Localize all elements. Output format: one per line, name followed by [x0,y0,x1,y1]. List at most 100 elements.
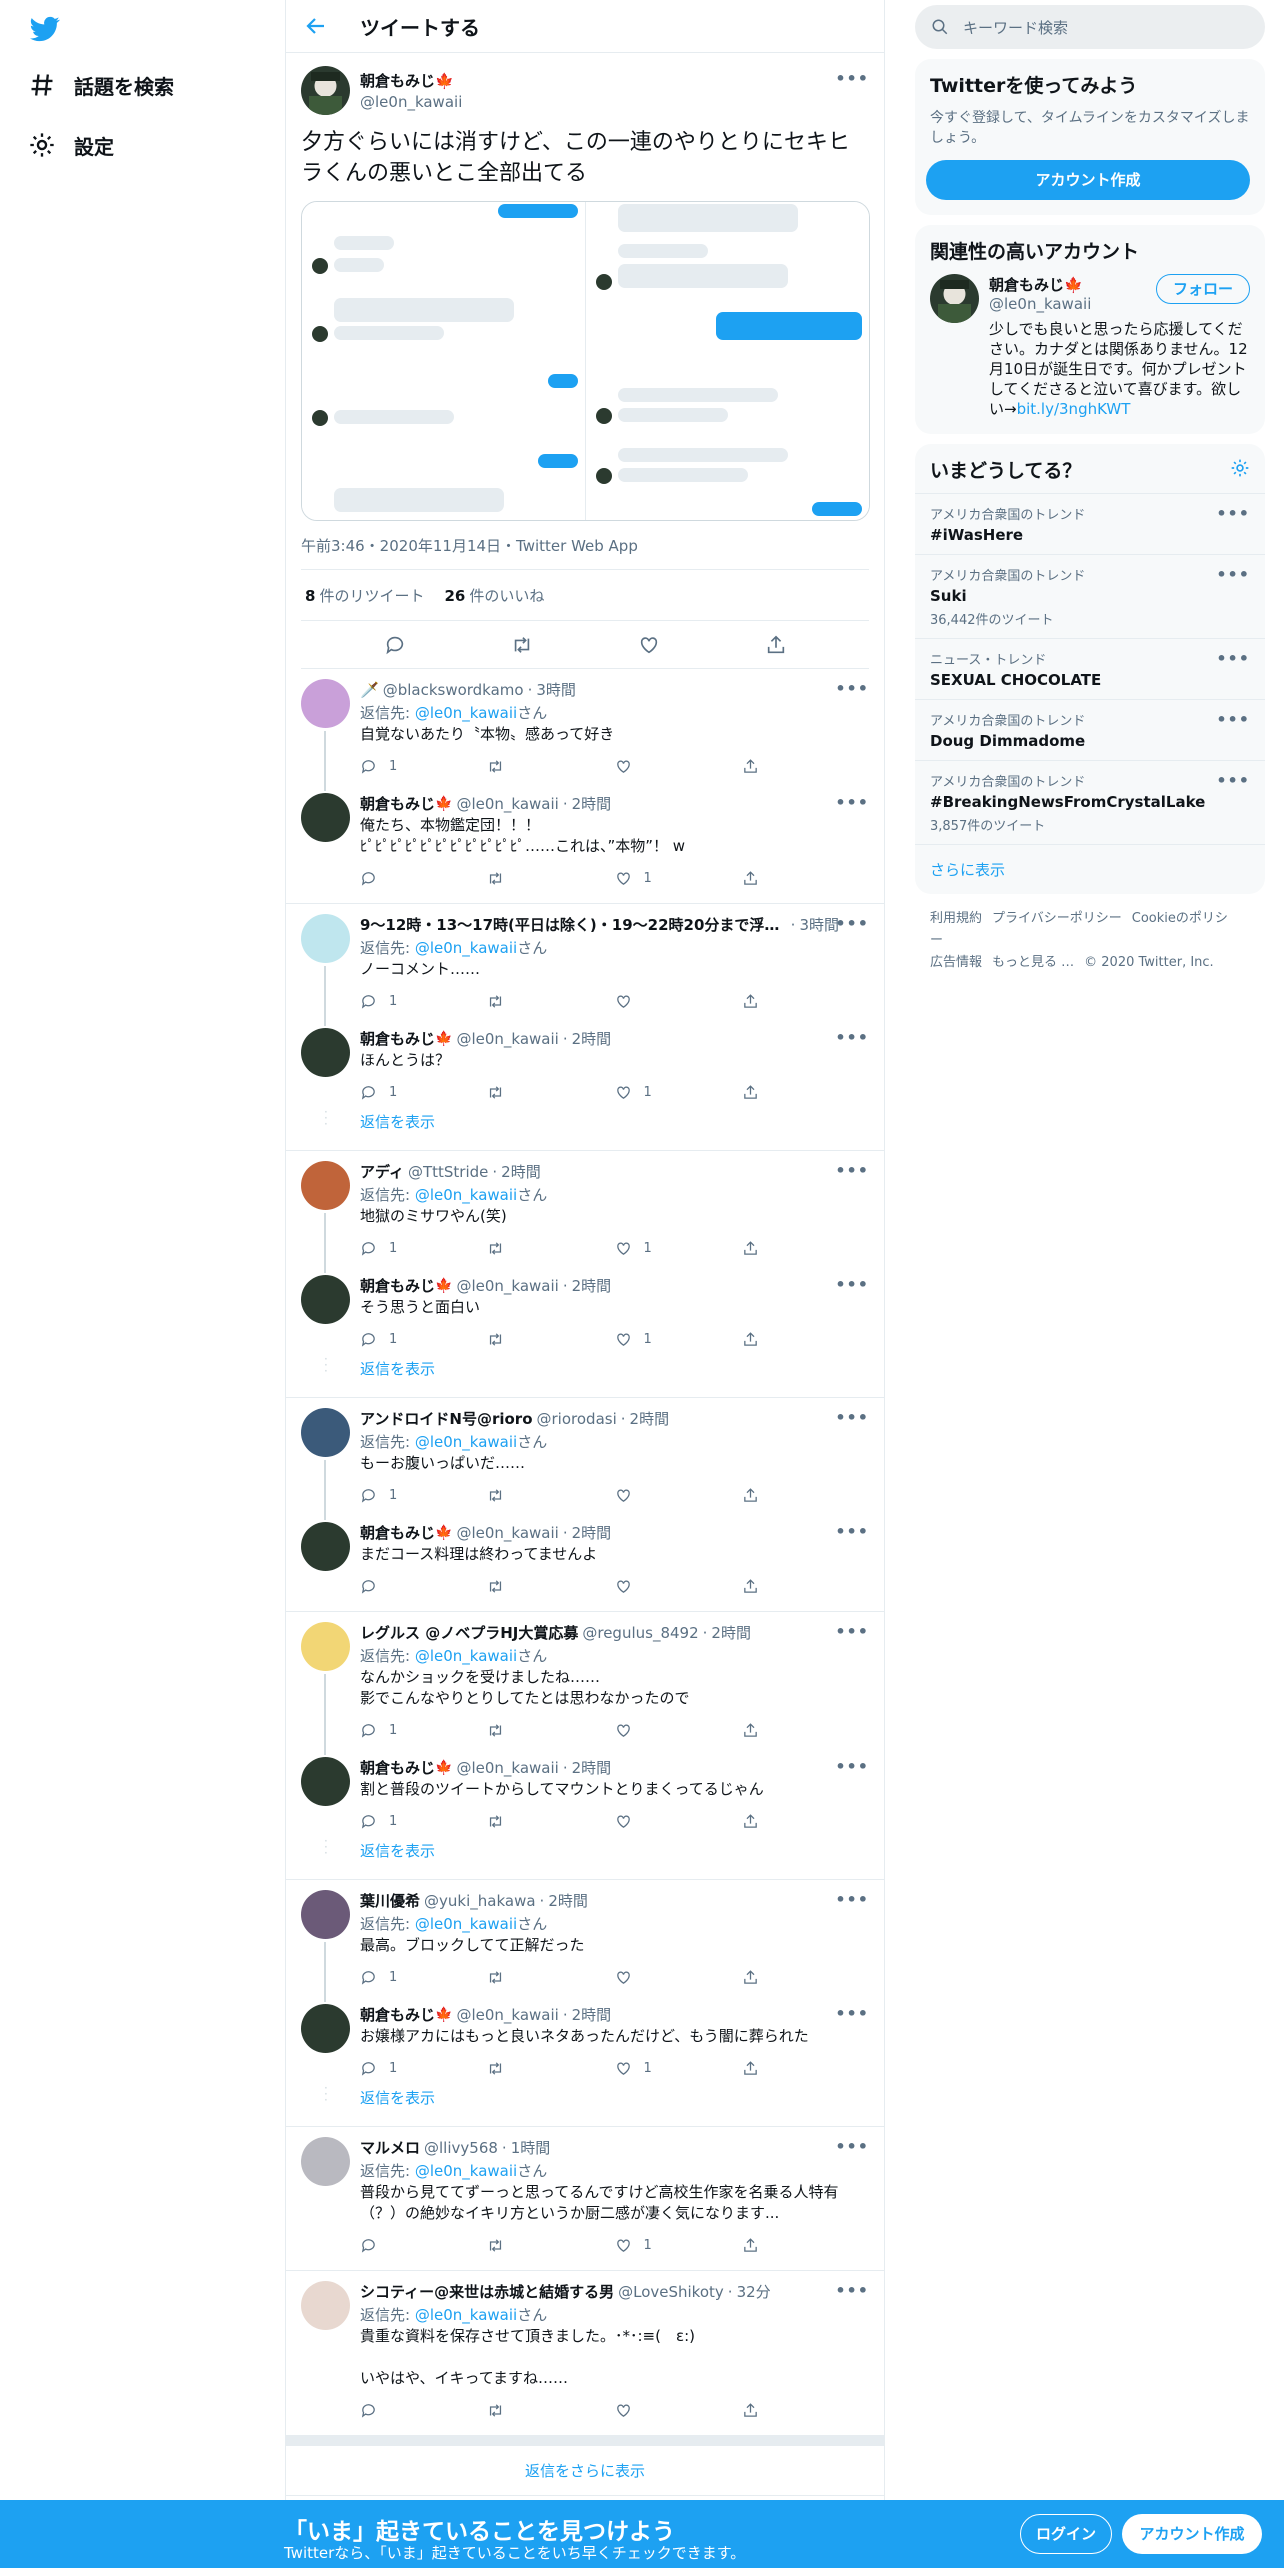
retweet-button[interactable] [487,1578,614,1595]
reply-button[interactable]: 1 [360,1969,487,1986]
show-replies-link[interactable]: · · · 返信を表示 [286,1353,884,1397]
avatar[interactable] [301,1622,350,1671]
reply-author-name[interactable]: アディ [360,1161,404,1182]
reply-tweet[interactable]: 朝倉もみじ 🍁 @le0n_kawaii · 2時間 ••• 俺たち、本物鑑定団！！！ ﾋﾟ… [286,783,884,895]
reply-author-handle[interactable]: @le0n_kawaii [456,795,558,813]
share-button[interactable] [742,1240,869,1257]
more-icon[interactable]: ••• [1216,649,1250,668]
more-icon[interactable]: ••• [1216,710,1250,729]
reply-author-name[interactable]: 朝倉もみじ [360,2004,435,2025]
reply-button[interactable]: 1 [360,2060,487,2077]
reply-time[interactable]: 2時間 [572,1275,612,1296]
footer-link[interactable]: 広告情報 [930,955,982,970]
avatar[interactable] [301,679,350,728]
more-icon[interactable]: ••• [835,793,869,812]
reply-time[interactable]: 2時間 [572,1028,612,1049]
like-button[interactable] [615,758,742,775]
more-icon[interactable]: ••• [1216,771,1250,790]
reply-time[interactable]: 2時間 [548,1890,588,1911]
more-icon[interactable]: ••• [835,2004,869,2023]
retweet-button[interactable] [487,2237,614,2254]
avatar[interactable] [301,793,350,842]
reply-author-name[interactable]: 朝倉もみじ [360,1028,435,1049]
avatar[interactable] [301,1275,350,1324]
reply-author-handle[interactable]: @le0n_kawaii [456,1277,558,1295]
twitter-logo-icon[interactable] [28,14,62,44]
reply-button[interactable] [360,1578,487,1595]
reply-time[interactable]: 3時間 [536,679,576,700]
retweet-button[interactable] [487,1722,614,1739]
more-icon[interactable]: ••• [835,1890,869,1909]
tweet-media[interactable] [301,201,870,521]
reply-author-name[interactable]: 朝倉もみじ [360,1522,435,1543]
reply-author-name[interactable]: 葉川優希 [360,1890,420,1911]
like-button[interactable] [615,1722,742,1739]
retweet-button[interactable] [487,1969,614,1986]
retweet-button[interactable] [487,1813,614,1830]
reply-tweet[interactable]: マルメロ @llivy568 · 1時間 ••• 返信先: @le0n_kawaiiさん普… [286,2127,884,2262]
search-box[interactable]: キーワード検索 [915,5,1265,49]
retweet-button[interactable] [487,2402,614,2419]
share-button[interactable] [742,1578,869,1595]
avatar[interactable] [301,1890,350,1939]
more-icon[interactable]: ••• [835,1522,869,1541]
like-button[interactable]: 1 [615,1331,742,1348]
show-replies-link[interactable]: · · · 返信を表示 [286,1835,884,1879]
reply-tweet[interactable]: 9～12時・13～17時(平日は除く)・19～22時20分まで浮上し… · 3時間 •… [286,904,884,1026]
retweet-button[interactable] [487,870,614,887]
avatar[interactable] [301,2004,350,2053]
footer-link[interactable]: © 2020 Twitter, Inc. [1084,955,1214,970]
avatar[interactable] [301,914,350,963]
create-account-button[interactable]: アカウント作成 [926,160,1250,200]
like-button[interactable]: 1 [615,1240,742,1257]
avatar[interactable] [301,2137,350,2186]
reply-time[interactable]: 3時間 [799,914,839,935]
reply-button[interactable]: 1 [360,758,487,775]
avatar[interactable] [301,1522,350,1571]
like-icon[interactable] [638,634,660,656]
share-button[interactable] [742,1084,869,1101]
reply-author-handle[interactable]: @le0n_kawaii [456,1759,558,1777]
trends-settings-icon[interactable] [1230,458,1250,478]
trend-item[interactable]: アメリカ合衆国のトレンド #BreakingNewsFromCrystalLake… [915,760,1265,844]
reply-button[interactable]: 1 [360,1487,487,1504]
reply-button[interactable]: 1 [360,1722,487,1739]
reply-button[interactable]: 1 [360,1240,487,1257]
reply-tweet[interactable]: 朝倉もみじ 🍁 @le0n_kawaii · 2時間 ••• 割と普段のツイートからしてマウ… [286,1747,884,1838]
avatar[interactable] [301,2281,350,2330]
author-name[interactable]: 朝倉もみじ🍁 [360,70,462,91]
share-button[interactable] [742,758,869,775]
reply-button[interactable]: 1 [360,1331,487,1348]
reply-author-handle[interactable]: @le0n_kawaii [456,1030,558,1048]
reply-author-name[interactable]: 9～12時・13～17時(平日は除く)・19～22時20分まで浮上し… [360,914,787,935]
more-icon[interactable]: ••• [835,679,869,698]
like-button[interactable] [615,1969,742,1986]
trend-item[interactable]: アメリカ合衆国のトレンド Suki 36,442件のツイート ••• [915,554,1265,638]
replying-to-handle[interactable]: @le0n_kawaii [415,2306,517,2324]
trend-item[interactable]: ニュース・トレンド SEXUAL CHOCOLATE ••• [915,638,1265,699]
share-button[interactable] [742,1331,869,1348]
replying-to-handle[interactable]: @le0n_kawaii [415,1433,517,1451]
more-icon[interactable]: ••• [835,1622,869,1641]
reply-author-handle[interactable]: @TttStride [408,1163,488,1181]
reply-time[interactable]: 2時間 [572,1757,612,1778]
reply-tweet[interactable]: アディ @TttStride · 2時間 ••• 返信先: @le0n_kawaiiさん地… [286,1151,884,1273]
reply-author-handle[interactable]: @le0n_kawaii [456,1524,558,1542]
reply-time[interactable]: 2時間 [572,1522,612,1543]
like-button[interactable]: 1 [615,2060,742,2077]
reply-tweet[interactable]: 朝倉もみじ 🍁 @le0n_kawaii · 2時間 ••• まだコース料理は終わってません… [286,1512,884,1603]
reply-time[interactable]: 2時間 [501,1161,541,1182]
retweet-count[interactable]: 8 件のリツイート [305,585,424,606]
reply-button[interactable]: 1 [360,1084,487,1101]
show-replies-link[interactable]: · · · 返信を表示 [286,1106,884,1150]
like-button[interactable] [615,1487,742,1504]
more-icon[interactable]: ••• [1216,504,1250,523]
reply-time[interactable]: 32分 [737,2281,771,2302]
reply-author-handle[interactable]: @riorodasi [537,1410,617,1428]
avatar[interactable] [301,1161,350,1210]
show-more-replies-button[interactable]: 返信をさらに表示 [286,2436,884,2496]
back-arrow-icon[interactable] [304,14,328,38]
retweet-button[interactable] [487,1331,614,1348]
tweet-timestamp[interactable]: 午前3:46・2020年11月14日・Twitter Web App [301,535,869,555]
share-button[interactable] [742,2402,869,2419]
